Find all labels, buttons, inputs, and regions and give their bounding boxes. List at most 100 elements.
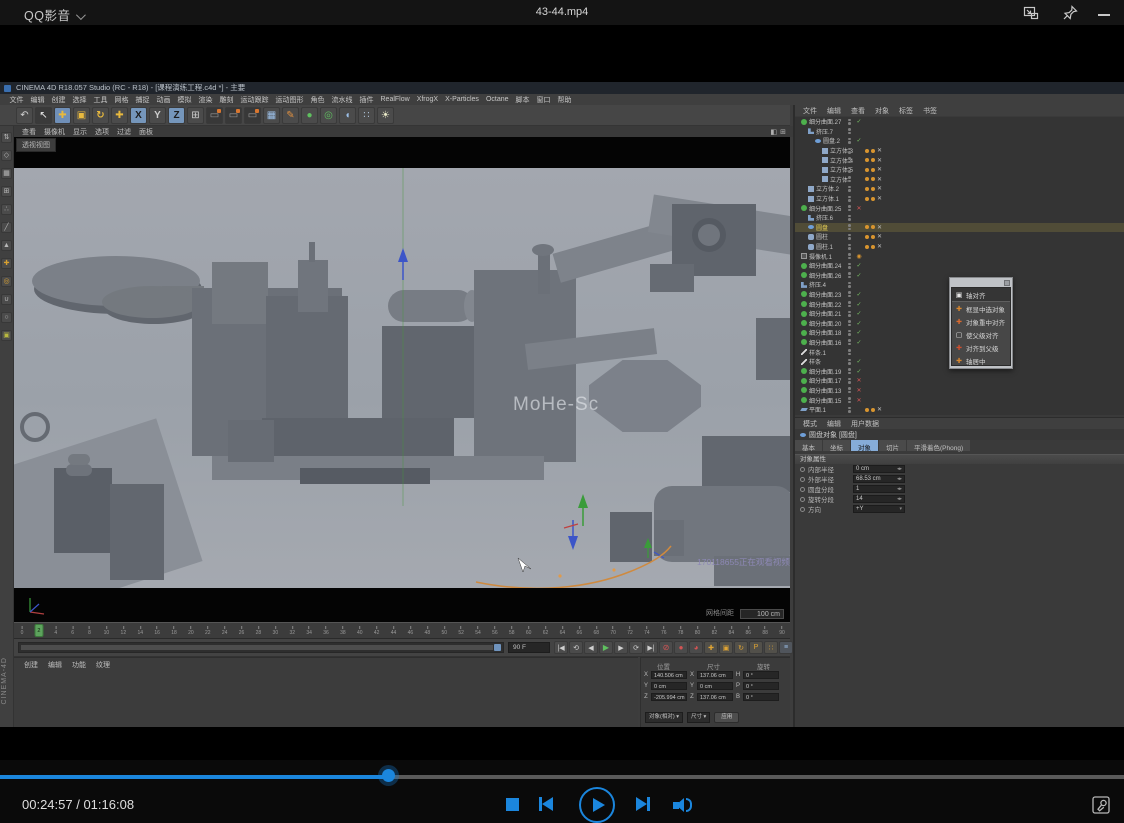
visibility-dots[interactable] (848, 339, 852, 345)
menu-item[interactable]: 编辑 (27, 95, 48, 105)
enabled-state-icon[interactable] (855, 291, 863, 298)
object-row[interactable]: 细分曲面.25 (795, 203, 1124, 213)
visibility-dots[interactable] (848, 387, 852, 393)
menu-item[interactable]: 选择 (69, 95, 90, 105)
menu-item[interactable]: 脚本 (512, 95, 533, 105)
enabled-state-icon[interactable] (855, 262, 863, 269)
object-name[interactable]: 细分曲面.20 (809, 319, 841, 328)
menu-item[interactable]: XfrogX (413, 96, 441, 103)
visibility-dots[interactable] (848, 119, 852, 125)
animation-timeline-ruler[interactable]: 0246810121416182022242628303234363840424… (14, 622, 790, 639)
transport-button[interactable]: |◀ (554, 641, 568, 654)
tag-icon[interactable] (865, 245, 869, 249)
attribute-field-input[interactable]: +Y▾ (853, 505, 905, 514)
visibility-dots[interactable] (848, 128, 852, 134)
toolbar-icon[interactable]: ✎ (282, 107, 299, 124)
mode-toolbar-icon[interactable]: ∴ (1, 204, 12, 215)
keyframe-circle-icon[interactable] (800, 497, 805, 502)
palette-titlebar[interactable] (951, 279, 1011, 287)
enabled-state-icon[interactable] (855, 310, 863, 317)
object-name[interactable]: 立方体.1 (816, 194, 839, 203)
previous-button[interactable] (539, 797, 553, 811)
transport-button[interactable]: ▶ (614, 641, 628, 654)
visibility-dots[interactable] (848, 215, 852, 221)
transport-button[interactable]: ◀ (584, 641, 598, 654)
object-name[interactable]: 挤压.7 (816, 127, 833, 136)
menu-item[interactable]: 模拟 (174, 95, 195, 105)
visibility-dots[interactable] (848, 320, 852, 326)
tag-icon[interactable] (871, 245, 875, 249)
enabled-state-icon[interactable] (855, 320, 863, 327)
mode-toolbar-icon[interactable]: ⇅ (1, 132, 12, 143)
tag-icon[interactable] (865, 235, 869, 239)
object-name[interactable]: 圆柱 (816, 232, 828, 241)
toolbar-icon[interactable]: ▦ (263, 107, 280, 124)
attribute-field-input[interactable]: 0 cm◂▸ (853, 465, 905, 474)
palette-command[interactable]: ✚ 对齐到父级 (952, 341, 1010, 354)
menu-item[interactable]: X-Particles (442, 96, 483, 103)
attribute-field-input[interactable]: 14◂▸ (853, 495, 905, 504)
menu-item[interactable]: RealFlow (377, 96, 413, 103)
attribute-tab[interactable]: 基本 (795, 440, 823, 451)
visibility-dots[interactable] (848, 186, 852, 192)
object-name[interactable]: 细分曲面.23 (809, 290, 841, 299)
object-name[interactable]: 立方体.2 (816, 184, 839, 193)
object-name[interactable]: 样条.1 (809, 348, 826, 357)
object-name[interactable]: 细分曲面.21 (809, 309, 841, 318)
transport-button[interactable]: ▣ (719, 641, 733, 654)
object-name[interactable]: 挤压.6 (816, 213, 833, 222)
toolbar-icon[interactable]: Y (149, 107, 166, 124)
xpresso-tag-icon[interactable]: ✕ (877, 176, 882, 183)
menu-item[interactable]: 网格 (111, 95, 132, 105)
spinner-arrows-icon[interactable]: ◂▸ (897, 495, 902, 503)
coord-position-input[interactable]: -205.994 cm (651, 693, 687, 701)
object-name[interactable]: 圆盘.2 (823, 136, 840, 145)
object-row[interactable]: 立方体.4 ✕ (795, 155, 1124, 165)
toolbar-icon[interactable]: ↶ (16, 107, 33, 124)
toolbar-icon[interactable]: ✚ (111, 107, 128, 124)
xpresso-tag-icon[interactable]: ✕ (877, 147, 882, 154)
visibility-dots[interactable] (848, 397, 852, 403)
mode-toolbar-icon[interactable]: ○ (1, 312, 12, 323)
transport-button[interactable]: ⟳ (629, 641, 643, 654)
dropdown-caret-icon[interactable]: ▾ (899, 505, 902, 513)
object-row[interactable]: 挤压.7 (795, 127, 1124, 137)
transport-button[interactable]: ∷ (764, 641, 778, 654)
tag-icon[interactable] (871, 168, 875, 172)
viewport-menu-item[interactable]: 选项 (91, 127, 113, 137)
attribute-menu-item[interactable]: 模式 (799, 419, 821, 429)
visibility-dots[interactable] (848, 253, 852, 259)
volume-button[interactable] (673, 798, 692, 812)
coord-size-input[interactable]: 137.06 cm (697, 693, 733, 701)
visibility-dots[interactable] (848, 176, 852, 182)
object-tags[interactable]: ✕ (865, 185, 882, 192)
material-menu-item[interactable]: 功能 (68, 660, 90, 670)
coord-size-mode-dropdown[interactable]: 尺寸 ▾ (687, 712, 710, 723)
visibility-dots[interactable] (848, 205, 852, 211)
enabled-state-icon[interactable] (855, 377, 863, 384)
toolbar-icon[interactable]: ● (301, 107, 318, 124)
keyframe-circle-icon[interactable] (800, 487, 805, 492)
toolbar-icon[interactable]: ∷ (358, 107, 375, 124)
always-on-top-pin-icon[interactable] (1061, 4, 1079, 22)
toolbar-icon[interactable]: ↖ (35, 107, 52, 124)
attribute-section-header[interactable]: 对象属性 (795, 454, 1124, 464)
viewport-menu-item[interactable]: 查看 (18, 127, 40, 137)
toolbar-icon[interactable]: ↻ (92, 107, 109, 124)
transport-button[interactable]: ▶| (644, 641, 658, 654)
mode-toolbar-icon[interactable]: ╱ (1, 222, 12, 233)
timeline-scrollbar-range[interactable] (21, 645, 493, 650)
visibility-dots[interactable] (848, 349, 852, 355)
viewport-layout-icon[interactable]: ⊞ (780, 128, 786, 136)
transport-button[interactable]: ▶ (599, 641, 613, 654)
tag-icon[interactable] (865, 158, 869, 162)
xpresso-tag-icon[interactable]: ✕ (877, 166, 882, 173)
viewport-menu-item[interactable]: 面板 (135, 127, 157, 137)
visibility-dots[interactable] (848, 234, 852, 240)
toolbar-icon[interactable]: Z (168, 107, 185, 124)
mode-toolbar-icon[interactable]: ◎ (1, 276, 12, 287)
object-name[interactable]: 细分曲面.13 (809, 386, 841, 395)
object-tags[interactable]: ✕ (865, 176, 882, 183)
object-name[interactable]: 细分曲面.24 (809, 261, 841, 270)
enabled-state-icon[interactable] (855, 301, 863, 308)
